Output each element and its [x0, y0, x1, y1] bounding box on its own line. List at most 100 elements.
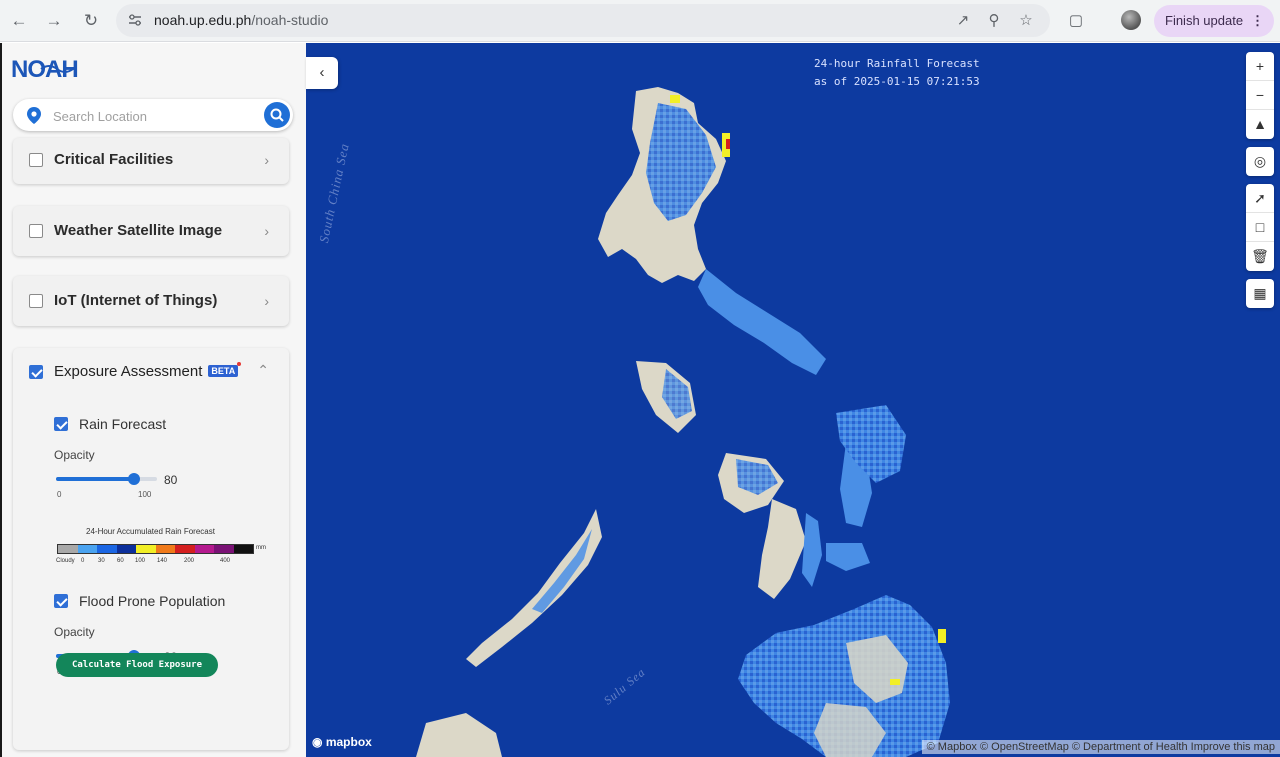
flood-prone-population-checkbox[interactable]	[54, 594, 68, 608]
legend-color-swatch	[136, 545, 156, 553]
layer-label: Exposure Assessment	[54, 363, 203, 380]
rain-forecast-label: Rain Forecast	[79, 416, 167, 432]
legend-color-swatch	[58, 545, 78, 553]
search-icon	[270, 108, 284, 122]
chevron-left-icon: ‹	[319, 64, 325, 81]
rain-legend-label: 30	[98, 558, 105, 564]
delete-drawing-button[interactable]: 🗑	[1246, 242, 1274, 271]
reload-icon[interactable]: ↻	[78, 8, 104, 34]
rain-opacity-knob[interactable]	[128, 473, 140, 485]
search-button[interactable]	[264, 102, 290, 128]
site-settings-icon[interactable]	[128, 13, 142, 27]
heavy-rain-spot	[938, 629, 946, 643]
compass-button[interactable]: ▲	[1246, 110, 1274, 139]
legend-color-swatch	[155, 545, 175, 553]
legend-color-swatch	[214, 545, 234, 553]
weather-satellite-checkbox[interactable]	[29, 224, 43, 238]
layer-card-weather-satellite[interactable]: Weather Satellite Image ›	[13, 206, 289, 256]
rain-legend-label: 140	[157, 558, 168, 564]
rain-opacity-label: Opacity	[54, 448, 95, 462]
bookmark-star-icon[interactable]: ☆	[1015, 10, 1037, 32]
calculate-flood-exposure-button[interactable]: Calculate Flood Exposure	[56, 653, 218, 677]
layer-card-critical-facilities[interactable]: Critical Facilities ›	[13, 138, 289, 184]
map-view[interactable]: 24-hour Rainfall Forecast as of 2025-01-…	[306, 43, 1280, 757]
open-in-app-icon[interactable]: ↗	[952, 10, 974, 32]
noah-logo: NOAH	[11, 56, 79, 83]
philippines-rainfall-map	[416, 87, 950, 757]
line-icon: ➚	[1254, 190, 1266, 206]
url-text: noah.up.edu.ph/noah-studio	[154, 12, 329, 28]
rain-legend-unit: mm	[256, 545, 266, 551]
layer-card-iot[interactable]: IoT (Internet of Things) ›	[13, 276, 289, 326]
search-bar	[13, 99, 293, 131]
rainfall-forecast-title: 24-hour Rainfall Forecast as of 2025-01-…	[814, 55, 980, 91]
iot-checkbox[interactable]	[29, 294, 43, 308]
chevron-right-icon[interactable]: ›	[264, 293, 269, 309]
address-bar[interactable]: noah.up.edu.ph/noah-studio ↗ ⚲ ☆	[116, 4, 1050, 37]
chevron-right-icon[interactable]: ›	[264, 152, 269, 168]
zoom-controls: + − ▲	[1246, 52, 1274, 139]
heavy-rain-spot	[726, 139, 730, 149]
rain-opacity-value: 80	[164, 473, 178, 487]
exposure-assessment-checkbox[interactable]	[29, 365, 43, 379]
palawan-island	[466, 509, 602, 667]
rain-legend-label: 200	[184, 558, 195, 564]
critical-facilities-checkbox[interactable]	[29, 153, 43, 167]
draw-line-button[interactable]: ➚	[1246, 184, 1274, 213]
rainfall-forecast-timestamp: as of 2025-01-15 07:21:53	[814, 75, 980, 88]
rain-opacity-max: 100	[138, 490, 152, 499]
rain-legend-label: 0	[81, 558, 85, 564]
exposure-assessment-title: Exposure Assessment BETA	[54, 362, 242, 380]
zoom-icon[interactable]: ⚲	[983, 10, 1005, 32]
rain-opacity-fill	[56, 477, 137, 481]
back-icon[interactable]: ←	[6, 8, 32, 34]
chevron-right-icon[interactable]: ›	[264, 223, 269, 239]
bicol-peninsula	[698, 269, 826, 375]
rain-legend-label: 100	[135, 558, 146, 564]
compass-icon: ▲	[1253, 116, 1267, 132]
finish-update-button[interactable]: Finish update ⋮	[1154, 5, 1274, 37]
forward-icon[interactable]: →	[41, 8, 67, 34]
chevron-up-icon[interactable]: ⌃	[257, 362, 269, 379]
legend-color-swatch	[194, 545, 214, 553]
geolocate-button[interactable]: ◎	[1246, 147, 1274, 176]
profile-avatar[interactable]	[1121, 10, 1141, 30]
flood-prone-population-label: Flood Prone Population	[79, 593, 226, 609]
draw-controls: ➚ □ 🗑	[1246, 184, 1274, 271]
mapbox-logo[interactable]: ◉ mapbox	[312, 735, 372, 749]
extensions-icon[interactable]: ▢	[1063, 8, 1089, 34]
more-menu-icon[interactable]: ⋮	[1251, 5, 1264, 37]
browser-toolbar: ← → ↻ noah.up.edu.ph/noah-studio ↗ ⚲ ☆ ▢…	[0, 0, 1280, 42]
map-attribution[interactable]: © Mapbox © OpenStreetMap © Department of…	[921, 740, 1280, 754]
search-input[interactable]	[51, 105, 265, 127]
basemap-button[interactable]: ▦	[1246, 279, 1274, 308]
rain-legend-label: Cloudy	[56, 558, 75, 564]
side-panel: NOAH Critical Facilities › Weather Satel…	[0, 43, 306, 757]
rain-legend-label: 60	[117, 558, 124, 564]
rain-opacity-slider[interactable]	[56, 473, 157, 485]
rain-forecast-checkbox[interactable]	[54, 417, 68, 431]
collapse-panel-button[interactable]: ‹	[306, 57, 338, 89]
location-pin-icon	[27, 107, 41, 124]
rainfall-forecast-heading: 24-hour Rainfall Forecast	[814, 57, 980, 70]
rain-opacity-min: 0	[57, 490, 62, 499]
legend-color-swatch	[77, 545, 97, 553]
layer-label: IoT (Internet of Things)	[54, 292, 218, 309]
bohol-island	[826, 543, 870, 571]
flood-opacity-label: Opacity	[54, 625, 95, 639]
zoom-in-button[interactable]: +	[1246, 52, 1274, 81]
target-icon: ◎	[1253, 153, 1267, 169]
beta-badge: BETA	[208, 362, 242, 377]
heavy-rain-spot	[670, 95, 680, 103]
luzon-rain-area	[646, 103, 716, 221]
svg-text:NOAH: NOAH	[11, 56, 78, 83]
trash-icon: 🗑	[1251, 248, 1269, 264]
cebu-island	[802, 513, 822, 587]
zoom-out-button[interactable]: −	[1246, 81, 1274, 110]
draw-polygon-button[interactable]: □	[1246, 213, 1274, 242]
layer-label: Weather Satellite Image	[54, 222, 223, 239]
map-icon: ▦	[1253, 285, 1267, 301]
negros-island	[758, 499, 806, 599]
legend-color-swatch	[175, 545, 195, 553]
polygon-icon: □	[1255, 219, 1265, 235]
